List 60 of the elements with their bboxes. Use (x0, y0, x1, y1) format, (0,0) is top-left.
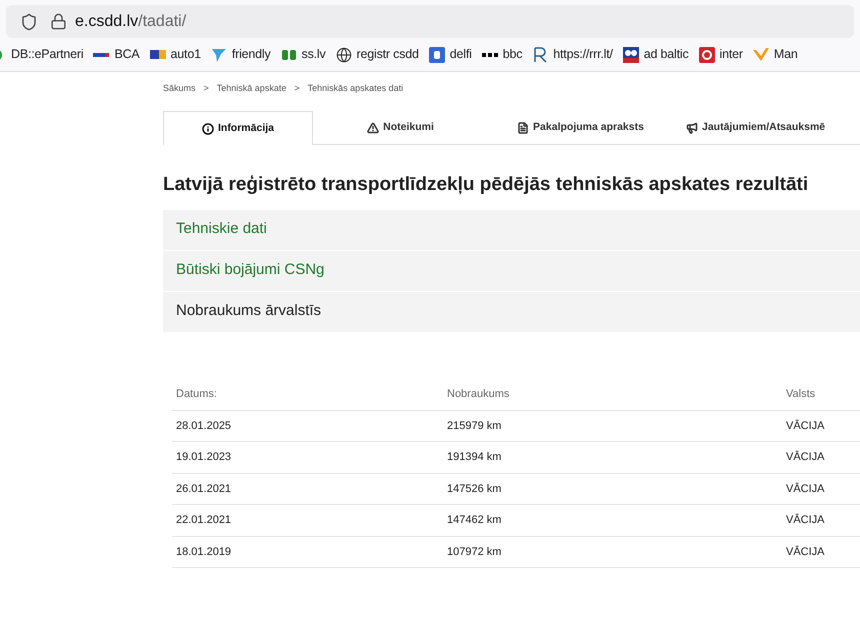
shield-icon (20, 12, 38, 30)
table-cell-text: 191394 km (446, 450, 502, 465)
inter-logo-icon (698, 46, 715, 62)
table-cell-text: 26.01.2021 (175, 482, 232, 496)
breadcrumb-link[interactable]: Tehniskā apskate (216, 82, 286, 96)
megaphone-icon (686, 122, 698, 134)
table-cell-text: 147462 km (446, 513, 502, 528)
breadcrumb-separator: > (294, 82, 300, 96)
tab[interactable]: Pakalpojuma apraksts (488, 111, 673, 144)
column-header: Valsts (785, 387, 816, 402)
page-heading: Latvijā reģistrēto transportlīdzekļu pēdējās tehniskās apskates rezultāti (163, 173, 810, 197)
table-cell-text: 22.01.2021 (175, 513, 232, 528)
table-cell-text: VĀCIJA (785, 544, 826, 560)
tab[interactable]: Informācija (163, 111, 313, 145)
url-text: e.csdd.lv/tadati/ (75, 12, 186, 32)
document-icon (517, 122, 530, 134)
globe-icon (336, 46, 352, 62)
table-cell-text: 147526 km (446, 482, 502, 496)
bookmark[interactable]: inter (698, 45, 743, 64)
bookmark[interactable]: bbc (482, 45, 522, 64)
bookmark[interactable]: DB::ePartneri (0, 45, 84, 64)
accordion-header[interactable]: Būtiski bojājumi CSNg (163, 250, 860, 290)
lock-icon (50, 13, 67, 30)
table-cell-text: VĀCIJA (785, 512, 826, 528)
square-logo-icon (428, 46, 445, 62)
accordion-header[interactable]: Tehniskie dati (163, 210, 860, 250)
bookmark[interactable]: auto1 (150, 45, 201, 64)
table-cell-text: VĀCIJA (785, 418, 826, 434)
address-bar[interactable]: e.csdd.lv/tadati/ (6, 5, 854, 38)
m-logo-icon (752, 46, 769, 62)
info-icon (202, 122, 214, 134)
bar-logo-icon (93, 52, 110, 56)
bookmark[interactable]: friendly (210, 45, 271, 64)
table-cell-text: 19.01.2023 (175, 450, 232, 465)
breadcrumb-separator: > (204, 82, 209, 96)
tab[interactable]: Jautājumiem/Atsauksmē (673, 111, 826, 144)
accordion-header[interactable]: Nobraukums ārvalstīs (163, 292, 860, 332)
column-header: Datums: (175, 387, 218, 402)
bookmark[interactable]: Man (752, 45, 798, 64)
ad-logo-icon (622, 46, 639, 62)
breadcrumb-link[interactable]: Sākums (163, 82, 196, 96)
table-cell-text: 107972 km (446, 544, 502, 560)
bookmark[interactable]: https://rrr.lt/ (532, 45, 613, 64)
table-cell-text: 215979 km (446, 418, 502, 434)
breadcrumb-link[interactable]: Tehniskās apskates dati (308, 82, 404, 96)
bookmark[interactable]: BCA (93, 45, 140, 64)
bookmark[interactable]: ad baltic (622, 45, 689, 64)
table-cell-text: VĀCIJA (785, 450, 826, 465)
table-cell-text: 18.01.2019 (175, 544, 232, 560)
bookmark[interactable]: registr csdd (336, 45, 419, 64)
table-cell-text: 28.01.2025 (175, 418, 232, 434)
warning-icon (367, 122, 380, 134)
tab[interactable]: Noteikumi (313, 111, 488, 144)
column-header: Nobraukums (446, 387, 510, 402)
blocks-logo-icon (482, 52, 498, 56)
r-logo-icon (532, 46, 548, 62)
bookmark[interactable]: ss.lv (280, 45, 326, 64)
table-cell-text: VĀCIJA (785, 482, 826, 496)
bookmark[interactable]: delfi (428, 45, 472, 64)
bird-logo-icon (210, 46, 227, 62)
